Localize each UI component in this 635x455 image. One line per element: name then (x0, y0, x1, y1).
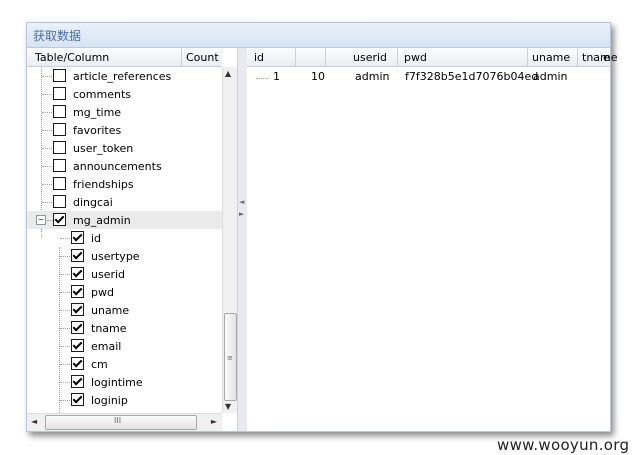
grid-header: id userid pwd uname tname e (247, 48, 618, 67)
checkbox-checked[interactable] (53, 213, 66, 226)
tree-item-article-references[interactable]: article_references (27, 67, 222, 85)
tree-item-user-token[interactable]: user_token (27, 139, 222, 157)
tree-item-column-pwd[interactable]: pwd (27, 283, 222, 301)
tree-item-favorites[interactable]: favorites (27, 121, 222, 139)
tree-item-column-usertype[interactable]: usertype (27, 247, 222, 265)
grid-cell-pwd[interactable]: f7f328b5e1d7076b04ed (405, 70, 538, 83)
tree-item-label: userid (91, 268, 126, 281)
column-separator[interactable] (577, 48, 578, 66)
checkbox-checked[interactable] (71, 267, 84, 280)
column-separator[interactable] (397, 48, 398, 66)
checkbox[interactable] (53, 159, 66, 172)
checkbox-checked[interactable] (71, 249, 84, 262)
column-separator[interactable] (527, 48, 528, 66)
checkbox[interactable] (53, 177, 66, 190)
tree-item-column-loginip[interactable]: loginip (27, 391, 222, 409)
tree-item-dingcai[interactable]: dingcai (27, 193, 222, 211)
tree-item-column-email[interactable]: email (27, 337, 222, 355)
scroll-up-icon[interactable]: ▲ (225, 69, 231, 78)
checkbox[interactable] (53, 195, 66, 208)
data-window: 获取数据 Table/Column Count article_referenc… (26, 22, 618, 432)
watermark-text: www.wooyun.org (497, 436, 630, 454)
tree-item-label: dingcai (73, 196, 113, 209)
splitter-right-icon[interactable]: ► (239, 210, 244, 218)
scroll-thumb-horizontal[interactable]: III (45, 415, 197, 430)
checkbox[interactable] (53, 123, 66, 136)
tree-vertical-scrollbar[interactable]: ▲ ≡ ▼ (222, 67, 237, 413)
checkbox-checked[interactable] (71, 375, 84, 388)
tree-item-label: uname (91, 304, 130, 317)
grip-icon: ≡ (227, 354, 233, 362)
tree-item-column-uname[interactable]: uname (27, 301, 222, 319)
checkbox[interactable] (53, 105, 66, 118)
tree-item-column-tname[interactable]: tname (27, 319, 222, 337)
table-tree: article_references comments mg_time favo… (27, 67, 222, 413)
tree-item-label: announcements (73, 160, 162, 173)
grid-cell-row-number[interactable]: 1 (273, 70, 280, 83)
column-header-uname[interactable]: uname (532, 51, 570, 64)
collapse-icon[interactable]: − (36, 215, 46, 225)
checkbox-checked[interactable] (71, 393, 84, 406)
tree-item-comments[interactable]: comments (27, 85, 222, 103)
tree-item-label: logintime (91, 376, 143, 389)
tree-item-label: favorites (73, 124, 122, 137)
tree-item-label: loginip (91, 394, 128, 407)
tree-item-column-logintime[interactable]: logintime (27, 373, 222, 391)
tree-item-mg-admin[interactable]: − mg_admin (27, 211, 222, 229)
table-tree-panel: Table/Column Count article_references co… (27, 48, 237, 431)
scroll-thumb-vertical[interactable]: ≡ (224, 313, 237, 401)
tree-item-label: tname (91, 322, 127, 335)
tree-item-label: article_references (73, 70, 172, 83)
scroll-down-icon[interactable]: ▼ (225, 402, 231, 411)
checkbox-checked[interactable] (71, 285, 84, 298)
checkbox[interactable] (53, 69, 66, 82)
tree-item-column-cm[interactable]: cm (27, 355, 222, 373)
tree-item-label: user_token (73, 142, 134, 155)
tree-header-count[interactable]: Count (186, 51, 219, 64)
tree-item-label: email (91, 340, 122, 353)
tree-item-label: pwd (91, 286, 114, 299)
column-separator[interactable] (325, 48, 326, 66)
checkbox-checked[interactable] (71, 303, 84, 316)
tree-horizontal-scrollbar[interactable]: ◄ III ► (27, 413, 222, 431)
grid-cell-userid[interactable]: admin (355, 70, 389, 83)
grip-icon: III (114, 416, 122, 425)
checkbox[interactable] (53, 141, 66, 154)
window-title: 获取数据 (33, 29, 82, 43)
tree-item-label: cm (91, 358, 108, 371)
column-header-userid[interactable]: userid (353, 51, 387, 64)
column-header-pwd[interactable]: pwd (404, 51, 427, 64)
tree-header-table-column[interactable]: Table/Column (35, 51, 109, 64)
tree-item-label: usertype (91, 250, 140, 263)
tree-item-announcements[interactable]: announcements (27, 157, 222, 175)
tree-item-mg-time[interactable]: mg_time (27, 103, 222, 121)
tree-item-label: mg_admin (73, 214, 131, 227)
row-connector (256, 78, 268, 79)
checkbox-checked[interactable] (71, 321, 84, 334)
tree-item-label: id (91, 232, 102, 245)
tree-item-column-id[interactable]: id (27, 229, 222, 247)
checkbox-checked[interactable] (71, 231, 84, 244)
tree-item-column-userid[interactable]: userid (27, 265, 222, 283)
checkbox-checked[interactable] (71, 357, 84, 370)
tree-header: Table/Column Count (27, 48, 222, 67)
grid-cell-uname[interactable]: admin (533, 70, 567, 83)
scroll-left-icon[interactable]: ◄ (31, 417, 37, 426)
grid-cell-id[interactable]: 10 (311, 70, 325, 83)
checkbox[interactable] (53, 87, 66, 100)
title-bar: 获取数据 (27, 23, 610, 48)
checkbox-checked[interactable] (71, 339, 84, 352)
column-header-tname[interactable]: tname (582, 51, 618, 64)
tree-item-label: comments (73, 88, 131, 101)
data-grid: id userid pwd uname tname e 1 10 admin f… (247, 48, 618, 431)
tree-header-separator[interactable] (181, 48, 182, 66)
tree-item-label: mg_time (73, 106, 122, 119)
column-separator[interactable] (295, 48, 296, 66)
tree-item-friendships[interactable]: friendships (27, 175, 222, 193)
column-header-email-partial[interactable]: e (603, 51, 610, 64)
column-header-id[interactable]: id (254, 51, 264, 64)
tree-item-label: friendships (73, 178, 134, 191)
scroll-right-icon[interactable]: ► (211, 417, 217, 426)
splitter-left-icon[interactable]: ◄ (239, 198, 244, 206)
